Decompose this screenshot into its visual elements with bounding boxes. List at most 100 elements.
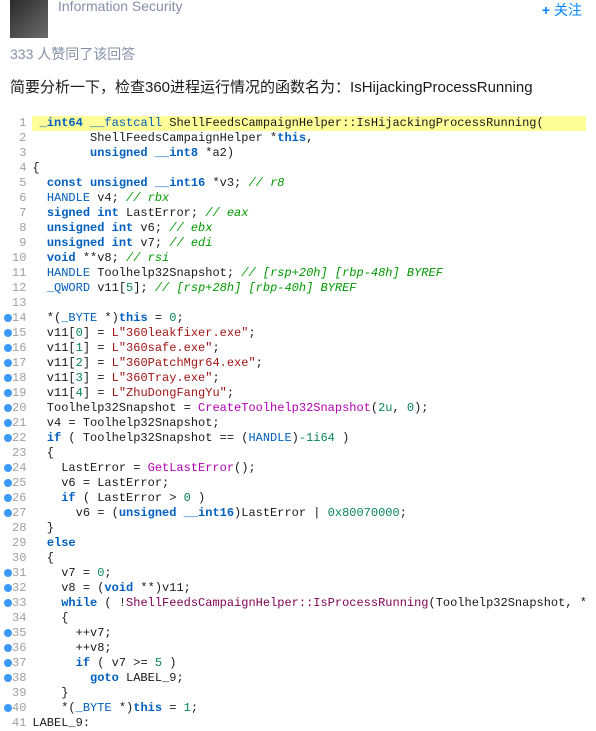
breakpoint-icon: [4, 314, 12, 322]
code-line: unsigned __int8 *a2): [32, 146, 586, 161]
code-line: v6 = (unsigned __int16)LastError | 0x800…: [32, 506, 586, 521]
breakpoint-icon: [4, 704, 12, 712]
code-line: LABEL_9:: [32, 716, 586, 731]
line-number: 29: [12, 536, 26, 551]
line-number: 26: [12, 491, 26, 506]
avatar[interactable]: [10, 0, 48, 38]
code-line: HANDLE v4; // rbx: [32, 191, 586, 206]
line-number: 20: [12, 401, 26, 416]
code-line: }: [32, 521, 586, 536]
line-number: 40: [12, 701, 26, 716]
line-number: 35: [12, 626, 26, 641]
line-number: 2: [12, 131, 26, 146]
code-line: v7 = 0;: [32, 566, 586, 581]
line-number: 37: [12, 656, 26, 671]
code-line: unsigned int v6; // ebx: [32, 221, 586, 236]
line-number: 8: [12, 221, 26, 236]
line-number: 4: [12, 161, 26, 176]
breakpoint-icon: [4, 374, 12, 382]
plus-icon: +: [542, 2, 550, 18]
code-line: v4 = Toolhelp32Snapshot;: [32, 416, 586, 431]
breakpoint-icon: [4, 419, 12, 427]
code-line: v11[0] = L"360leakfixer.exe";: [32, 326, 586, 341]
line-number: 15: [12, 326, 26, 341]
line-number: 39: [12, 686, 26, 701]
line-number: 30: [12, 551, 26, 566]
follow-button[interactable]: + 关注: [538, 0, 586, 20]
breakpoint-icon: [4, 599, 12, 607]
breakpoint-icon: [4, 644, 12, 652]
line-number: 14: [12, 311, 26, 326]
code-line: Toolhelp32Snapshot = CreateToolhelp32Sna…: [32, 401, 586, 416]
line-number: 10: [12, 251, 26, 266]
breakpoint-icon: [4, 584, 12, 592]
upvote-count[interactable]: 333 人赞同了该回答: [0, 44, 596, 76]
line-number: 32: [12, 581, 26, 596]
breakpoint-icon: [4, 329, 12, 337]
line-number: 5: [12, 176, 26, 191]
line-number: 9: [12, 236, 26, 251]
line-number: 17: [12, 356, 26, 371]
line-number: 21: [12, 416, 26, 431]
line-number: 3: [12, 146, 26, 161]
breakpoint-icon: [4, 659, 12, 667]
breakpoint-icon: [4, 509, 12, 517]
code-line: {: [32, 446, 586, 461]
code-line: void **v8; // rsi: [32, 251, 586, 266]
answer-paragraph: 简要分析一下，检查360进程运行情况的函数名为：IsHijackingProce…: [0, 76, 596, 116]
line-number: 24: [12, 461, 26, 476]
code-line: _QWORD v11[5]; // [rsp+28h] [rbp-40h] BY…: [32, 281, 586, 296]
breakpoint-icon: [4, 389, 12, 397]
code-line: ++v7;: [32, 626, 586, 641]
line-number-gutter: 1234567891011121314151617181920212223242…: [10, 116, 32, 731]
code-line: v11[2] = L"360PatchMgr64.exe";: [32, 356, 586, 371]
code-line: const unsigned __int16 *v3; // r8: [32, 176, 586, 191]
code-block: 1234567891011121314151617181920212223242…: [10, 116, 586, 731]
code-line: v6 = LastError;: [32, 476, 586, 491]
breakpoint-icon: [4, 404, 12, 412]
code-line: if ( v7 >= 5 ): [32, 656, 586, 671]
code-line: v11[3] = L"360Tray.exe";: [32, 371, 586, 386]
breakpoint-icon: [4, 494, 12, 502]
breakpoint-icon: [4, 344, 12, 352]
line-number: 1: [12, 116, 26, 131]
line-number: 12: [12, 281, 26, 296]
code-line: if ( LastError > 0 ): [32, 491, 586, 506]
line-number: 6: [12, 191, 26, 206]
code-line: LastError = GetLastError();: [32, 461, 586, 476]
code-line: {: [32, 551, 586, 566]
line-number: 27: [12, 506, 26, 521]
line-number: 22: [12, 431, 26, 446]
line-number: 13: [12, 296, 26, 311]
breakpoint-icon: [4, 629, 12, 637]
line-number: 25: [12, 476, 26, 491]
code-line: goto LABEL_9;: [32, 671, 586, 686]
answer-header: Information Security + 关注: [0, 0, 596, 44]
breakpoint-icon: [4, 569, 12, 577]
line-number: 41: [12, 716, 26, 731]
line-number: 28: [12, 521, 26, 536]
code-line: v8 = (void **)v11;: [32, 581, 586, 596]
code-line: ++v8;: [32, 641, 586, 656]
code-line: v11[4] = L"ZhuDongFangYu";: [32, 386, 586, 401]
code-line: if ( Toolhelp32Snapshot == (HANDLE)-1i64…: [32, 431, 586, 446]
line-number: 38: [12, 671, 26, 686]
code-source: _int64 __fastcall ShellFeedsCampaignHelp…: [32, 116, 586, 731]
follow-label: 关注: [554, 0, 582, 20]
code-line: [32, 296, 586, 311]
code-line: _int64 __fastcall ShellFeedsCampaignHelp…: [32, 116, 586, 131]
code-line: *(_BYTE *)this = 0;: [32, 311, 586, 326]
code-line: *(_BYTE *)this = 1;: [32, 701, 586, 716]
line-number: 11: [12, 266, 26, 281]
line-number: 36: [12, 641, 26, 656]
code-line: while ( !ShellFeedsCampaignHelper::IsPro…: [32, 596, 586, 611]
line-number: 34: [12, 611, 26, 626]
breakpoint-icon: [4, 479, 12, 487]
line-number: 16: [12, 341, 26, 356]
code-line: {: [32, 611, 586, 626]
line-number: 33: [12, 596, 26, 611]
code-line: ShellFeedsCampaignHelper *this,: [32, 131, 586, 146]
code-line: HANDLE Toolhelp32Snapshot; // [rsp+20h] …: [32, 266, 586, 281]
code-line: {: [32, 161, 586, 176]
breakpoint-icon: [4, 434, 12, 442]
